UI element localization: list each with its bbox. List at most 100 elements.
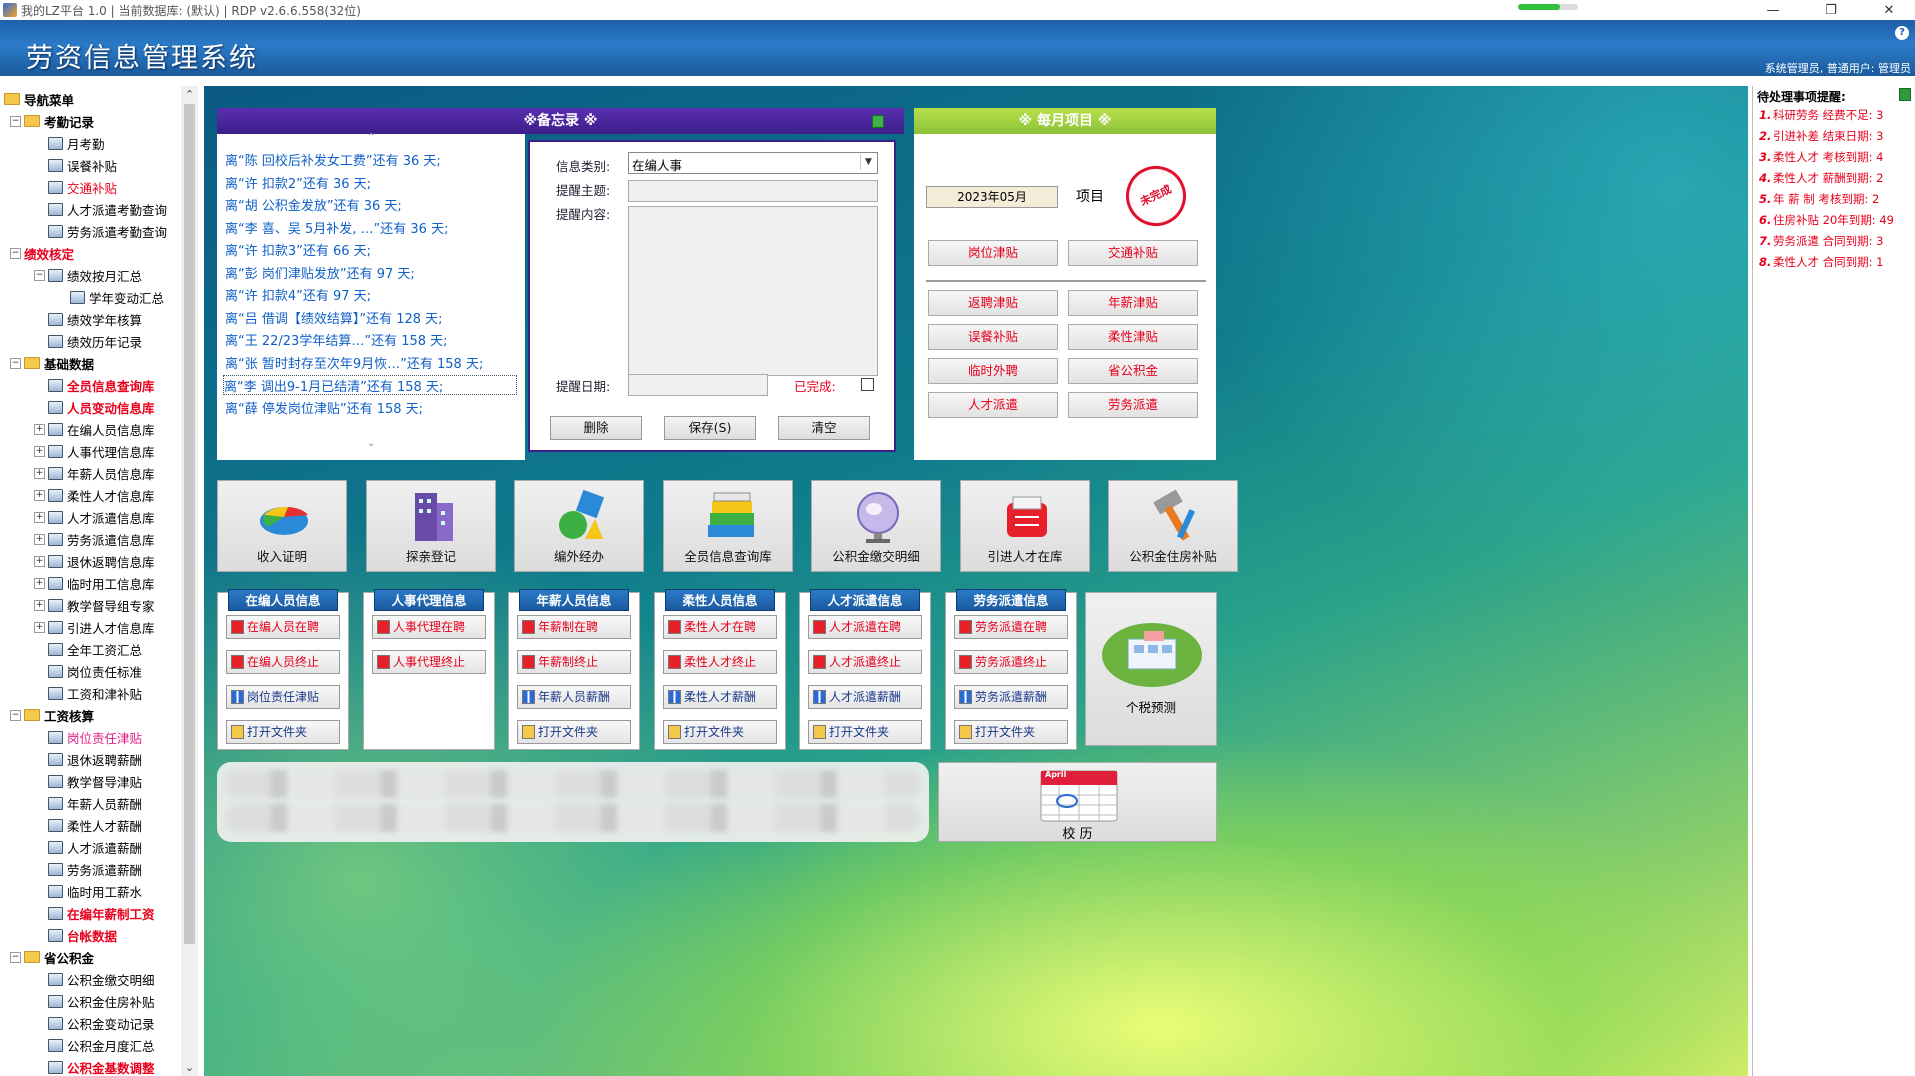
nav-item[interactable]: 学年变动汇总 bbox=[56, 286, 164, 308]
memo-list-item[interactable]: 离“吕 借调【绩效结算】”还有 128 天; bbox=[225, 308, 443, 328]
nav-item[interactable]: − 考勤记录 bbox=[10, 110, 94, 132]
expand-icon[interactable]: + bbox=[34, 621, 45, 633]
category-button[interactable]: 劳务派遣薪酬 bbox=[954, 685, 1068, 709]
nav-item[interactable]: 柔性人才薪酬 bbox=[34, 814, 142, 836]
month-item-button[interactable]: 省公积金 bbox=[1068, 358, 1198, 384]
launcher-tile[interactable]: 编外经办 bbox=[514, 480, 644, 572]
nav-item[interactable]: + 柔性人才信息库 bbox=[34, 484, 155, 506]
category-button[interactable]: 在编人员在聘 bbox=[226, 615, 340, 639]
todo-item[interactable]: 5. 年 薪 制 考核到期: 2 bbox=[1753, 188, 1915, 209]
nav-item[interactable]: + 劳务派遣信息库 bbox=[34, 528, 155, 550]
memo-list-item[interactable]: 离“许 扣款4”还有 97 天; bbox=[225, 285, 371, 305]
nav-item[interactable]: 公积金缴交明细 bbox=[34, 968, 155, 990]
scroll-up-icon[interactable]: ⌃ bbox=[181, 86, 198, 103]
nav-item[interactable]: 公积金月度汇总 bbox=[34, 1034, 155, 1056]
save-button[interactable]: 保存(S) bbox=[664, 416, 756, 440]
todo-item[interactable]: 6. 住房补贴 20年到期: 49 bbox=[1753, 209, 1915, 230]
month-item-button[interactable]: 人才派遣 bbox=[928, 392, 1058, 418]
nav-item[interactable]: 误餐补贴 bbox=[34, 154, 117, 176]
collapse-icon[interactable]: − bbox=[34, 269, 45, 281]
scroll-up-icon[interactable]: ⌃ bbox=[367, 132, 375, 143]
school-calendar-tile[interactable]: April 校 历 bbox=[938, 762, 1217, 842]
nav-item[interactable]: 工资和津补贴 bbox=[34, 682, 142, 704]
todo-item[interactable]: 7. 劳务派遣 合同到期: 3 bbox=[1753, 230, 1915, 251]
date-input[interactable] bbox=[628, 374, 768, 396]
refresh-icon[interactable] bbox=[1899, 88, 1911, 101]
collapse-icon[interactable]: − bbox=[10, 951, 21, 963]
collapse-icon[interactable]: − bbox=[10, 357, 21, 369]
nav-item[interactable]: + 引进人才信息库 bbox=[34, 616, 155, 638]
month-item-button[interactable]: 年薪津贴 bbox=[1068, 290, 1198, 316]
expand-icon[interactable]: + bbox=[34, 511, 45, 523]
nav-item[interactable]: + 退休返聘信息库 bbox=[34, 550, 155, 572]
nav-item[interactable]: 公积金住房补贴 bbox=[34, 990, 155, 1012]
nav-item[interactable]: 公积金基数调整 bbox=[34, 1056, 155, 1076]
category-button[interactable]: 人才派遣薪酬 bbox=[808, 685, 922, 709]
nav-item[interactable]: 交通补贴 bbox=[34, 176, 117, 198]
maximize-button[interactable]: ❐ bbox=[1808, 0, 1854, 20]
collapse-icon[interactable]: − bbox=[10, 709, 21, 721]
launcher-tile[interactable]: 公积金住房补贴 bbox=[1108, 480, 1238, 572]
nav-item[interactable]: − 省公积金 bbox=[10, 946, 94, 968]
memo-list-item[interactable]: 离“许 扣款3”还有 66 天; bbox=[225, 240, 371, 260]
close-button[interactable]: ✕ bbox=[1866, 0, 1912, 20]
category-button[interactable]: 人才派遣终止 bbox=[808, 650, 922, 674]
nav-item[interactable]: 公积金变动记录 bbox=[34, 1012, 155, 1034]
memo-list-item[interactable]: 离“薛 停发岗位津贴”还有 158 天; bbox=[225, 398, 423, 418]
minimize-button[interactable]: — bbox=[1750, 0, 1796, 20]
nav-item[interactable]: + 人事代理信息库 bbox=[34, 440, 155, 462]
nav-root[interactable]: 导航菜单 bbox=[4, 88, 74, 110]
nav-item[interactable]: 在编年薪制工资 bbox=[34, 902, 155, 924]
category-button[interactable]: 人事代理在聘 bbox=[372, 615, 486, 639]
nav-item[interactable]: 劳务派遣考勤查询 bbox=[34, 220, 167, 242]
delete-button[interactable]: 删除 bbox=[550, 416, 642, 440]
nav-item[interactable]: 绩效学年核算 bbox=[34, 308, 142, 330]
open-folder-button[interactable]: 打开文件夹 bbox=[663, 720, 777, 744]
scroll-thumb[interactable] bbox=[184, 104, 195, 944]
nav-item[interactable]: 人才派遣薪酬 bbox=[34, 836, 142, 858]
nav-item[interactable]: + 年薪人员信息库 bbox=[34, 462, 155, 484]
nav-item[interactable]: 年薪人员薪酬 bbox=[34, 792, 142, 814]
todo-item[interactable]: 3. 柔性人才 考核到期: 4 bbox=[1753, 146, 1915, 167]
category-button[interactable]: 人事代理终止 bbox=[372, 650, 486, 674]
launcher-tile[interactable]: 引进人才在库 bbox=[960, 480, 1090, 572]
open-folder-button[interactable]: 打开文件夹 bbox=[808, 720, 922, 744]
nav-item[interactable]: + 在编人员信息库 bbox=[34, 418, 155, 440]
memo-list-item[interactable]: 离“许 扣款2”还有 36 天; bbox=[225, 173, 371, 193]
category-button[interactable]: 在编人员终止 bbox=[226, 650, 340, 674]
category-button[interactable]: 年薪人员薪酬 bbox=[517, 685, 631, 709]
memo-list-item[interactable]: 离“李 喜、吴 5月补发, …”还有 36 天; bbox=[225, 218, 448, 238]
launcher-tile[interactable]: 全员信息查询库 bbox=[663, 480, 793, 572]
nav-item[interactable]: 劳务派遣薪酬 bbox=[34, 858, 142, 880]
scroll-down-icon[interactable]: ⌄ bbox=[181, 1059, 198, 1076]
expand-icon[interactable]: + bbox=[34, 577, 45, 589]
month-item-button[interactable]: 临时外聘 bbox=[928, 358, 1058, 384]
content-textarea[interactable] bbox=[628, 206, 878, 376]
open-folder-button[interactable]: 打开文件夹 bbox=[954, 720, 1068, 744]
month-button-post-allowance[interactable]: 岗位津贴 bbox=[928, 240, 1058, 266]
expand-icon[interactable]: + bbox=[34, 467, 45, 479]
nav-item[interactable]: 全年工资汇总 bbox=[34, 638, 142, 660]
category-button[interactable]: 劳务派遣在聘 bbox=[954, 615, 1068, 639]
category-button[interactable]: 年薪制终止 bbox=[517, 650, 631, 674]
category-button[interactable]: 柔性人才终止 bbox=[663, 650, 777, 674]
month-item-button[interactable]: 返聘津贴 bbox=[928, 290, 1058, 316]
memo-list-item[interactable]: 离“张 暂时封存至次年9月恢…”还有 158 天; bbox=[225, 353, 483, 373]
nav-scrollbar[interactable]: ⌃ ⌄ bbox=[181, 86, 198, 1076]
memo-list-item[interactable]: 离“王 22/23学年结算…”还有 158 天; bbox=[225, 330, 448, 350]
refresh-icon[interactable] bbox=[872, 115, 884, 128]
category-button[interactable]: 年薪制在聘 bbox=[517, 615, 631, 639]
done-checkbox[interactable] bbox=[861, 378, 874, 391]
expand-icon[interactable]: + bbox=[34, 423, 45, 435]
category-select[interactable]: 在编人事 ▼ bbox=[628, 152, 878, 174]
category-button[interactable]: 人才派遣在聘 bbox=[808, 615, 922, 639]
month-button-transport[interactable]: 交通补贴 bbox=[1068, 240, 1198, 266]
month-item-button[interactable]: 劳务派遣 bbox=[1068, 392, 1198, 418]
open-folder-button[interactable]: 打开文件夹 bbox=[517, 720, 631, 744]
launcher-tile[interactable]: 探亲登记 bbox=[366, 480, 496, 572]
nav-item[interactable]: − 绩效按月汇总 bbox=[34, 264, 142, 286]
nav-item[interactable]: 人才派遣考勤查询 bbox=[34, 198, 167, 220]
nav-item[interactable]: 月考勤 bbox=[34, 132, 105, 154]
nav-item[interactable]: 临时用工薪水 bbox=[34, 880, 142, 902]
nav-item[interactable]: 绩效历年记录 bbox=[34, 330, 142, 352]
